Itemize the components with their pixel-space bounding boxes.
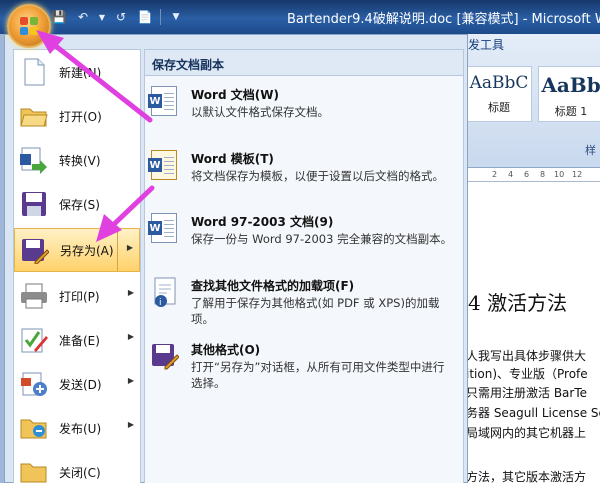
menu-item-save[interactable]: 保存(S)	[14, 182, 140, 226]
word-document-icon: W	[148, 86, 181, 118]
tab-developer[interactable]: 发工具	[468, 36, 504, 53]
publish-icon	[19, 413, 49, 443]
menu-item-open[interactable]: 打开(O)	[14, 94, 140, 138]
menu-item-convert[interactable]: 转换(V)	[14, 138, 140, 182]
save-as-icon	[20, 235, 50, 265]
menu-item-prepare[interactable]: 准备(E) ▶	[14, 318, 140, 362]
quick-access-toolbar: 💾 ↶ ▼ ↺ 📄 ▼	[50, 7, 185, 27]
option-description: 打开“另存为”对话框，从所有可用文件类型中进行选择。	[191, 360, 445, 390]
styles-group-label: 样	[585, 144, 596, 157]
option-title: 查找其他文件格式的加载项(F)	[191, 279, 355, 293]
close-folder-icon	[19, 457, 49, 483]
doc-line: 方法，其它版本激活方	[466, 470, 587, 483]
menu-item-label: 发送(D)	[59, 377, 102, 392]
ruler: 2 4 6 8 10 12	[462, 168, 600, 182]
menu-item-send[interactable]: 发送(D) ▶	[14, 362, 140, 406]
undo-dropdown-icon[interactable]: ▼	[98, 8, 106, 26]
menu-item-close[interactable]: 关闭(C)	[14, 450, 140, 483]
menu-item-save-as[interactable]: 另存为(A) ▶	[14, 228, 140, 272]
option-title: Word 97-2003 文档(9)	[191, 215, 334, 229]
submenu-arrow-icon: ▶	[127, 288, 134, 297]
doc-line: 人我写出具体步骤供大	[466, 349, 587, 363]
doc-line: 局域网内的其它机器上	[466, 426, 587, 440]
save-icon[interactable]: 💾	[50, 8, 68, 26]
menu-item-publish[interactable]: 发布(U) ▶	[14, 406, 140, 450]
printer-icon	[19, 281, 49, 311]
menu-item-label: 保存(S)	[59, 197, 100, 212]
save-as-word-document[interactable]: W Word 文档(W) 以默认文件格式保存文档。	[148, 86, 459, 142]
word-97-icon: W	[148, 213, 181, 245]
menu-item-new[interactable]: 新建(N)	[14, 50, 140, 94]
menu-item-label: 打印(P)	[59, 289, 100, 304]
option-description: 保存一份与 Word 97-2003 完全兼容的文档副本。	[191, 232, 453, 246]
customize-toolbar-icon[interactable]: ▼	[167, 8, 185, 26]
find-addins-option[interactable]: i 查找其他文件格式的加载项(F) 了解用于保存为其他格式(如 PDF 或 XP…	[151, 277, 459, 333]
svg-text:i: i	[159, 298, 162, 308]
other-formats-option[interactable]: 其他格式(O) 打开“另存为”对话框，从所有可用文件类型中进行选择。	[151, 341, 459, 397]
undo-icon[interactable]: ↶	[74, 8, 92, 26]
word-template-icon: W	[148, 150, 181, 182]
menu-commands: 新建(N) 打开(O) 转换(V) 保存(S) 另存为(A) ▶ 打印(P) ▶…	[13, 49, 141, 483]
menu-item-print[interactable]: 打印(P) ▶	[14, 274, 140, 318]
option-description: 将文档保存为模板，以便于设置以后文档的格式。	[191, 169, 444, 183]
doc-line: ition)、专业版（Profe	[466, 367, 588, 381]
redo-icon[interactable]: ↺	[112, 8, 130, 26]
send-icon	[19, 369, 49, 399]
menu-item-label: 打开(O)	[59, 109, 102, 124]
style-sample: AaBbC	[469, 73, 529, 93]
menu-item-label: 关闭(C)	[59, 465, 101, 480]
save-as-word-97-2003[interactable]: W Word 97-2003 文档(9) 保存一份与 Word 97-2003 …	[148, 213, 459, 269]
style-heading-1[interactable]: AaBb 标题 1	[538, 66, 600, 122]
addin-icon: i	[151, 277, 181, 309]
office-button[interactable]	[7, 4, 51, 48]
application-menu: 新建(N) 打开(O) 转换(V) 保存(S) 另存为(A) ▶ 打印(P) ▶…	[4, 34, 468, 483]
document-page[interactable]: 4 激活方法 人我写出具体步骤供大 ition)、专业版（Profe 只需用注册…	[462, 182, 600, 483]
style-name: 标题 1	[554, 105, 588, 118]
new-document-icon	[19, 57, 49, 87]
window-title: Bartender9.4破解说明.doc [兼容模式] - Microsoft …	[287, 12, 600, 27]
prepare-icon	[19, 325, 49, 355]
menu-item-label: 准备(E)	[59, 333, 100, 348]
option-title: Word 模板(T)	[191, 152, 274, 166]
doc-line: 务器 Seagull License Se	[466, 406, 600, 420]
doc-line: 只需用注册激活 BarTe	[466, 386, 588, 400]
option-title: Word 文档(W)	[191, 88, 279, 102]
style-name: 标题	[488, 101, 510, 114]
style-title[interactable]: AaBbC 标题	[466, 66, 532, 122]
other-formats-icon	[151, 341, 181, 373]
option-description: 以默认文件格式保存文档。	[191, 105, 329, 119]
toolbar-divider	[160, 9, 161, 25]
menu-item-label: 另存为(A)	[60, 243, 114, 258]
submenu-arrow-icon: ▶	[127, 376, 134, 385]
submenu-arrow-icon: ▶	[127, 332, 134, 341]
style-sample: AaBb	[541, 73, 600, 97]
doc-heading: 4 激活方法	[468, 291, 568, 315]
submenu-arrow-icon: ▶	[126, 243, 133, 252]
option-title: 其他格式(O)	[191, 343, 261, 357]
submenu-header: 保存文档副本	[145, 50, 463, 76]
save-icon	[19, 189, 49, 219]
title-bar: 💾 ↶ ▼ ↺ 📄 ▼ Bartender9.4破解说明.doc [兼容模式] …	[0, 0, 600, 34]
office-logo-icon	[20, 17, 38, 35]
save-as-submenu: 保存文档副本 W Word 文档(W) 以默认文件格式保存文档。 W Word …	[144, 49, 464, 483]
open-folder-icon	[19, 101, 49, 131]
print-preview-icon[interactable]: 📄	[136, 8, 154, 26]
save-as-word-template[interactable]: W Word 模板(T) 将文档保存为模板，以便于设置以后文档的格式。	[148, 150, 459, 206]
menu-item-label: 转换(V)	[59, 153, 101, 168]
option-description: 了解用于保存为其他格式(如 PDF 或 XPS)的加载项。	[191, 296, 440, 326]
submenu-arrow-icon: ▶	[127, 420, 134, 429]
menu-item-label: 新建(N)	[59, 65, 102, 80]
menu-item-label: 发布(U)	[59, 421, 102, 436]
convert-icon	[19, 145, 49, 175]
